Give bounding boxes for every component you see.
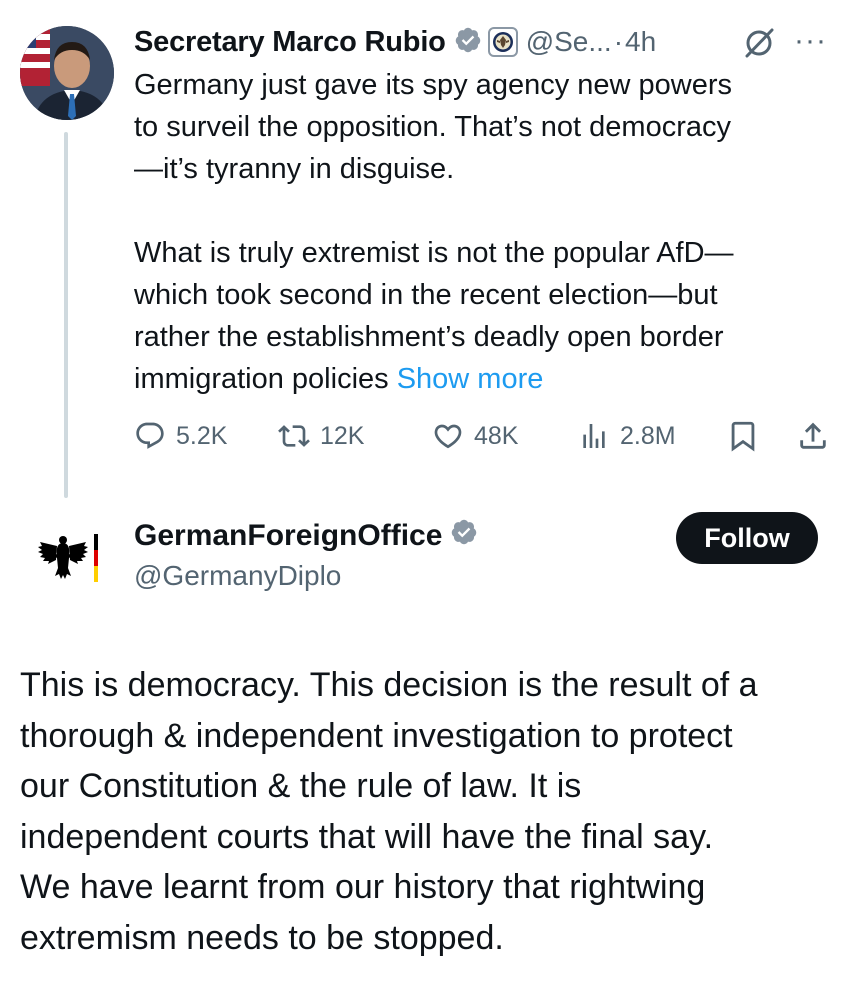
- views-chart-icon: [583, 424, 605, 448]
- avatar[interactable]: [20, 26, 114, 120]
- thread-line: [64, 132, 68, 498]
- share-button[interactable]: [796, 412, 830, 460]
- reply-button[interactable]: 5.2K: [134, 412, 227, 460]
- quoted-post-header: Secretary Marco Rubio @Se... · 4h: [134, 22, 656, 62]
- state-department-seal-icon: [487, 27, 518, 57]
- reply-count: 5.2K: [176, 421, 228, 450]
- quoted-post[interactable]: Secretary Marco Rubio @Se... · 4h ··· Ge…: [0, 0, 854, 500]
- quoted-post-text: Germany just gave its spy agency new pow…: [134, 64, 834, 400]
- german-eagle-logo-icon[interactable]: [36, 530, 102, 591]
- share-icon: [800, 422, 826, 449]
- more-options-icon[interactable]: ···: [794, 24, 827, 58]
- heart-icon: [434, 424, 462, 449]
- grok-icon[interactable]: [742, 26, 776, 65]
- repost-icon: [278, 425, 310, 447]
- author-handle[interactable]: @Se...: [526, 26, 612, 58]
- follow-button[interactable]: Follow: [676, 512, 818, 564]
- author-name[interactable]: Secretary Marco Rubio: [134, 26, 446, 59]
- main-post-text-paragraph: This is democracy. This decision is the …: [20, 666, 758, 957]
- main-author-name-row: GermanForeignOffice: [134, 518, 478, 554]
- show-more-link[interactable]: Show more: [397, 363, 544, 395]
- views-button[interactable]: 2.8M: [578, 412, 676, 460]
- post-text-paragraph-2: What is truly extremist is not the popul…: [134, 232, 834, 400]
- main-post-text: This is democracy. This decision is the …: [20, 660, 840, 963]
- post-text-paragraph-1: Germany just gave its spy agency new pow…: [134, 69, 732, 185]
- verified-gray-badge-icon: [454, 26, 482, 59]
- verified-gray-badge-icon: [450, 518, 478, 554]
- bookmark-button[interactable]: [726, 412, 760, 460]
- repost-button[interactable]: 12K: [278, 412, 364, 460]
- main-author-handle[interactable]: @GermanyDiplo: [134, 560, 341, 592]
- repost-count: 12K: [320, 421, 365, 450]
- like-count: 48K: [474, 421, 519, 450]
- action-bar: 5.2K 12K 48K 2.8M: [134, 412, 834, 460]
- bookmark-icon: [731, 421, 755, 452]
- like-button[interactable]: 48K: [432, 412, 518, 460]
- post-time[interactable]: 4h: [625, 26, 656, 58]
- separator-dot: ·: [613, 26, 624, 57]
- views-count: 2.8M: [620, 421, 676, 450]
- reply-icon: [136, 422, 164, 449]
- main-author-name[interactable]: GermanForeignOffice: [134, 519, 442, 553]
